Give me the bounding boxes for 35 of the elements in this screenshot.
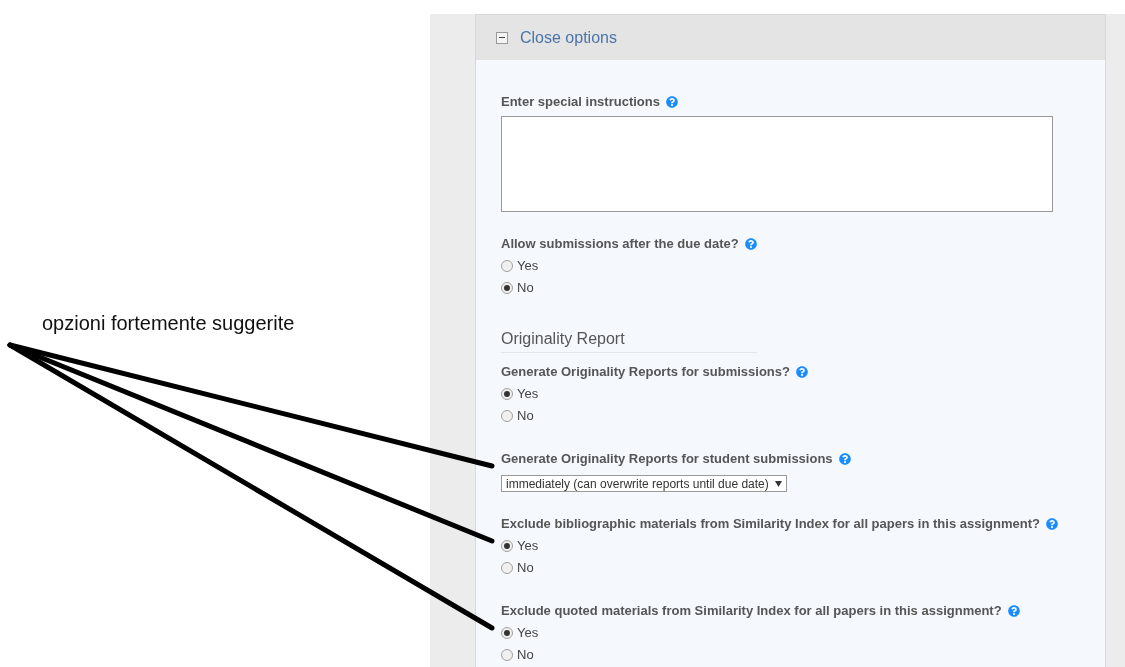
radio-label: No	[517, 558, 534, 577]
radio-label: Yes	[517, 536, 539, 555]
field-label: Exclude quoted materials from Similarity Index for all papers in this assignment?	[501, 601, 1002, 620]
annotation-text: opzioni fortemente suggerite	[42, 312, 295, 334]
radio-button[interactable]	[501, 388, 513, 400]
radio-label: No	[517, 279, 534, 298]
radio-button[interactable]	[501, 260, 513, 272]
help-icon[interactable]	[1045, 517, 1058, 530]
field-label: Generate Originality Reports for submissions?	[501, 363, 790, 382]
help-icon[interactable]	[1007, 604, 1020, 617]
schedule-dropdown[interactable]: immediately (can overwrite reports until due date)	[501, 475, 787, 492]
help-icon[interactable]	[744, 238, 757, 250]
instructions-field[interactable]	[501, 116, 1053, 212]
radio-label: Yes	[517, 257, 539, 276]
radio-label: Yes	[517, 385, 539, 404]
radio-button[interactable]	[501, 410, 513, 422]
radio-label: Yes	[517, 623, 539, 642]
section-heading: Originality Report	[501, 327, 757, 353]
radio-button[interactable]	[501, 282, 513, 294]
radio-label: No	[517, 407, 534, 426]
radio-button[interactable]	[501, 539, 513, 552]
radio-button[interactable]	[501, 648, 513, 661]
field-label: Exclude bibliographic materials from Similarity Index for all papers in this assignment?	[501, 514, 1040, 533]
field-label: Enter special instructions	[501, 93, 660, 112]
field-label: Allow submissions after the due date?	[501, 235, 739, 254]
help-icon[interactable]	[838, 453, 851, 465]
collapse-icon[interactable]	[496, 31, 508, 44]
radio-label: No	[517, 645, 534, 664]
panel-title[interactable]: Close options	[520, 25, 617, 50]
radio-button[interactable]	[501, 626, 513, 639]
radio-button[interactable]	[501, 561, 513, 574]
field-label: Generate Originality Reports for student submissions	[501, 450, 833, 469]
help-icon[interactable]	[795, 366, 808, 378]
help-icon[interactable]	[665, 96, 678, 108]
caret-icon	[774, 480, 782, 487]
